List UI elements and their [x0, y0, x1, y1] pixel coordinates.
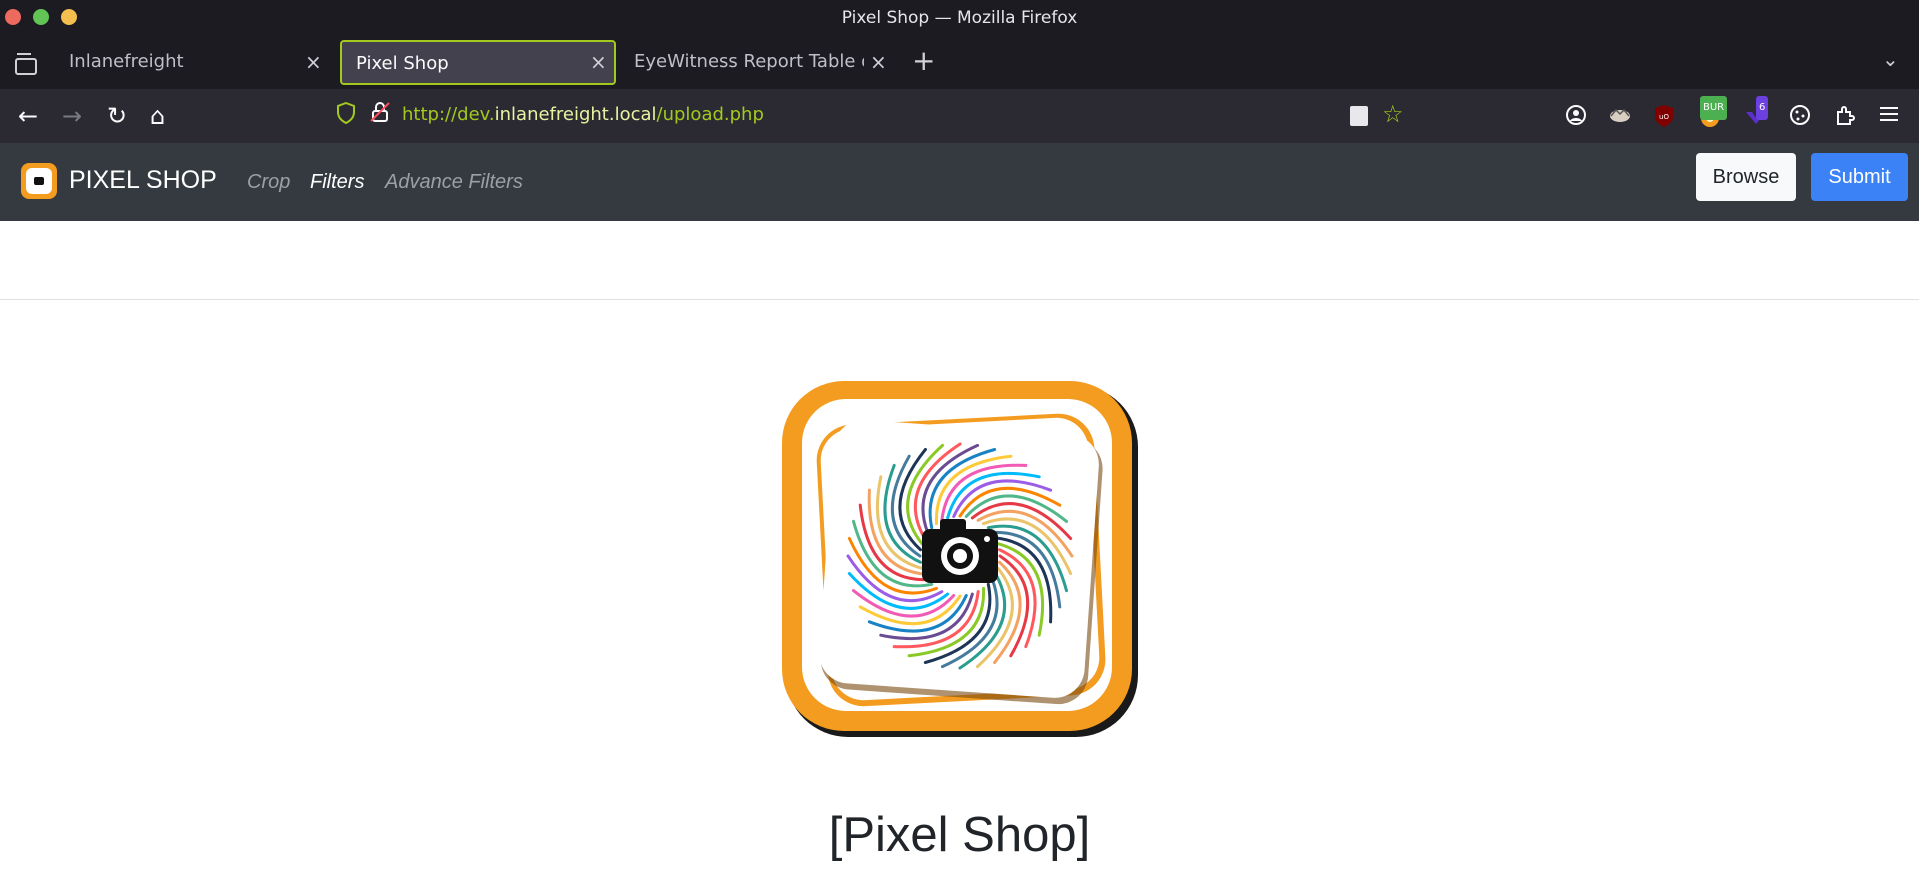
url-scheme: http://dev. — [402, 104, 495, 125]
back-icon[interactable]: ← — [18, 101, 38, 131]
tab-strip: Inlanefreight × Pixel Shop × EyeWitness … — [0, 36, 1919, 89]
pixel-shop-logo-icon[interactable] — [21, 163, 57, 199]
url-path: /upload.php — [656, 104, 764, 125]
svg-text:uO: uO — [1659, 113, 1669, 121]
wappalyzer-badge: 6 — [1756, 96, 1769, 120]
window-title: Pixel Shop — Mozilla Firefox — [841, 8, 1078, 28]
web-page: PIXEL SHOP Crop Filters Advance Filters … — [0, 143, 1919, 892]
home-icon[interactable]: ⌂ — [150, 101, 165, 131]
pixel-shop-hero-logo — [782, 381, 1138, 737]
page-heading: [Pixel Shop] — [828, 808, 1091, 862]
url-bar[interactable]: http://dev.inlanefreight.local/upload.ph… — [330, 96, 1410, 136]
reload-icon[interactable]: ↻ — [107, 101, 127, 131]
burp-badge: BUR — [1700, 96, 1728, 120]
nav-link-filters[interactable]: Filters — [310, 171, 364, 194]
tab-close-icon[interactable]: × — [870, 50, 887, 74]
tab-label: Pixel Shop — [356, 53, 449, 74]
tab-pixel-shop[interactable]: Pixel Shop × — [340, 40, 616, 85]
tab-inlanefreight[interactable]: Inlanefreight × — [55, 40, 327, 85]
account-icon[interactable] — [1564, 104, 1588, 128]
tracking-protection-icon[interactable] — [336, 101, 356, 129]
nav-link-crop[interactable]: Crop — [247, 171, 290, 194]
tab-label: Inlanefreight — [69, 51, 184, 72]
browse-button[interactable]: Browse — [1696, 153, 1796, 201]
new-tab-button[interactable]: + — [912, 44, 935, 77]
forward-icon[interactable]: → — [62, 101, 82, 131]
tab-close-icon[interactable]: × — [305, 50, 322, 74]
nav-link-advance-filters[interactable]: Advance Filters — [385, 171, 523, 194]
url-host: inlanefreight.local — [494, 104, 657, 125]
browser-navbar: ← → ↻ ⌂ http://dev.inlanefreight.local/u… — [0, 89, 1919, 143]
site-navbar: PIXEL SHOP Crop Filters Advance Filters … — [0, 143, 1919, 221]
cookie-icon[interactable] — [1788, 104, 1812, 128]
submit-button[interactable]: Submit — [1811, 153, 1908, 201]
foxyproxy-icon[interactable] — [1608, 104, 1632, 128]
bookmark-star-icon[interactable]: ☆ — [1382, 100, 1404, 128]
section-divider — [0, 299, 1919, 300]
extensions-icon[interactable] — [1833, 104, 1857, 128]
tab-manager-icon[interactable] — [12, 50, 37, 75]
wappalyzer-icon[interactable]: 6 — [1744, 96, 1769, 128]
ublock-icon[interactable]: uO — [1652, 104, 1676, 128]
url-text[interactable]: http://dev.inlanefreight.local/upload.ph… — [402, 104, 764, 125]
burp-icon[interactable]: BUR — [1698, 96, 1728, 128]
list-all-tabs-icon[interactable]: ⌄ — [1882, 47, 1899, 71]
window-titlebar: Pixel Shop — Mozilla Firefox — [0, 0, 1919, 36]
tab-close-icon[interactable]: × — [590, 50, 607, 74]
tab-label: EyeWitness Report Table of C — [634, 51, 864, 72]
tab-eyewitness-report[interactable]: EyeWitness Report Table of C × — [620, 40, 892, 85]
menu-icon[interactable] — [1877, 104, 1901, 128]
site-brand[interactable]: PIXEL SHOP — [69, 166, 217, 195]
insecure-lock-icon[interactable] — [370, 101, 390, 128]
page-action-icon[interactable] — [1350, 106, 1368, 126]
